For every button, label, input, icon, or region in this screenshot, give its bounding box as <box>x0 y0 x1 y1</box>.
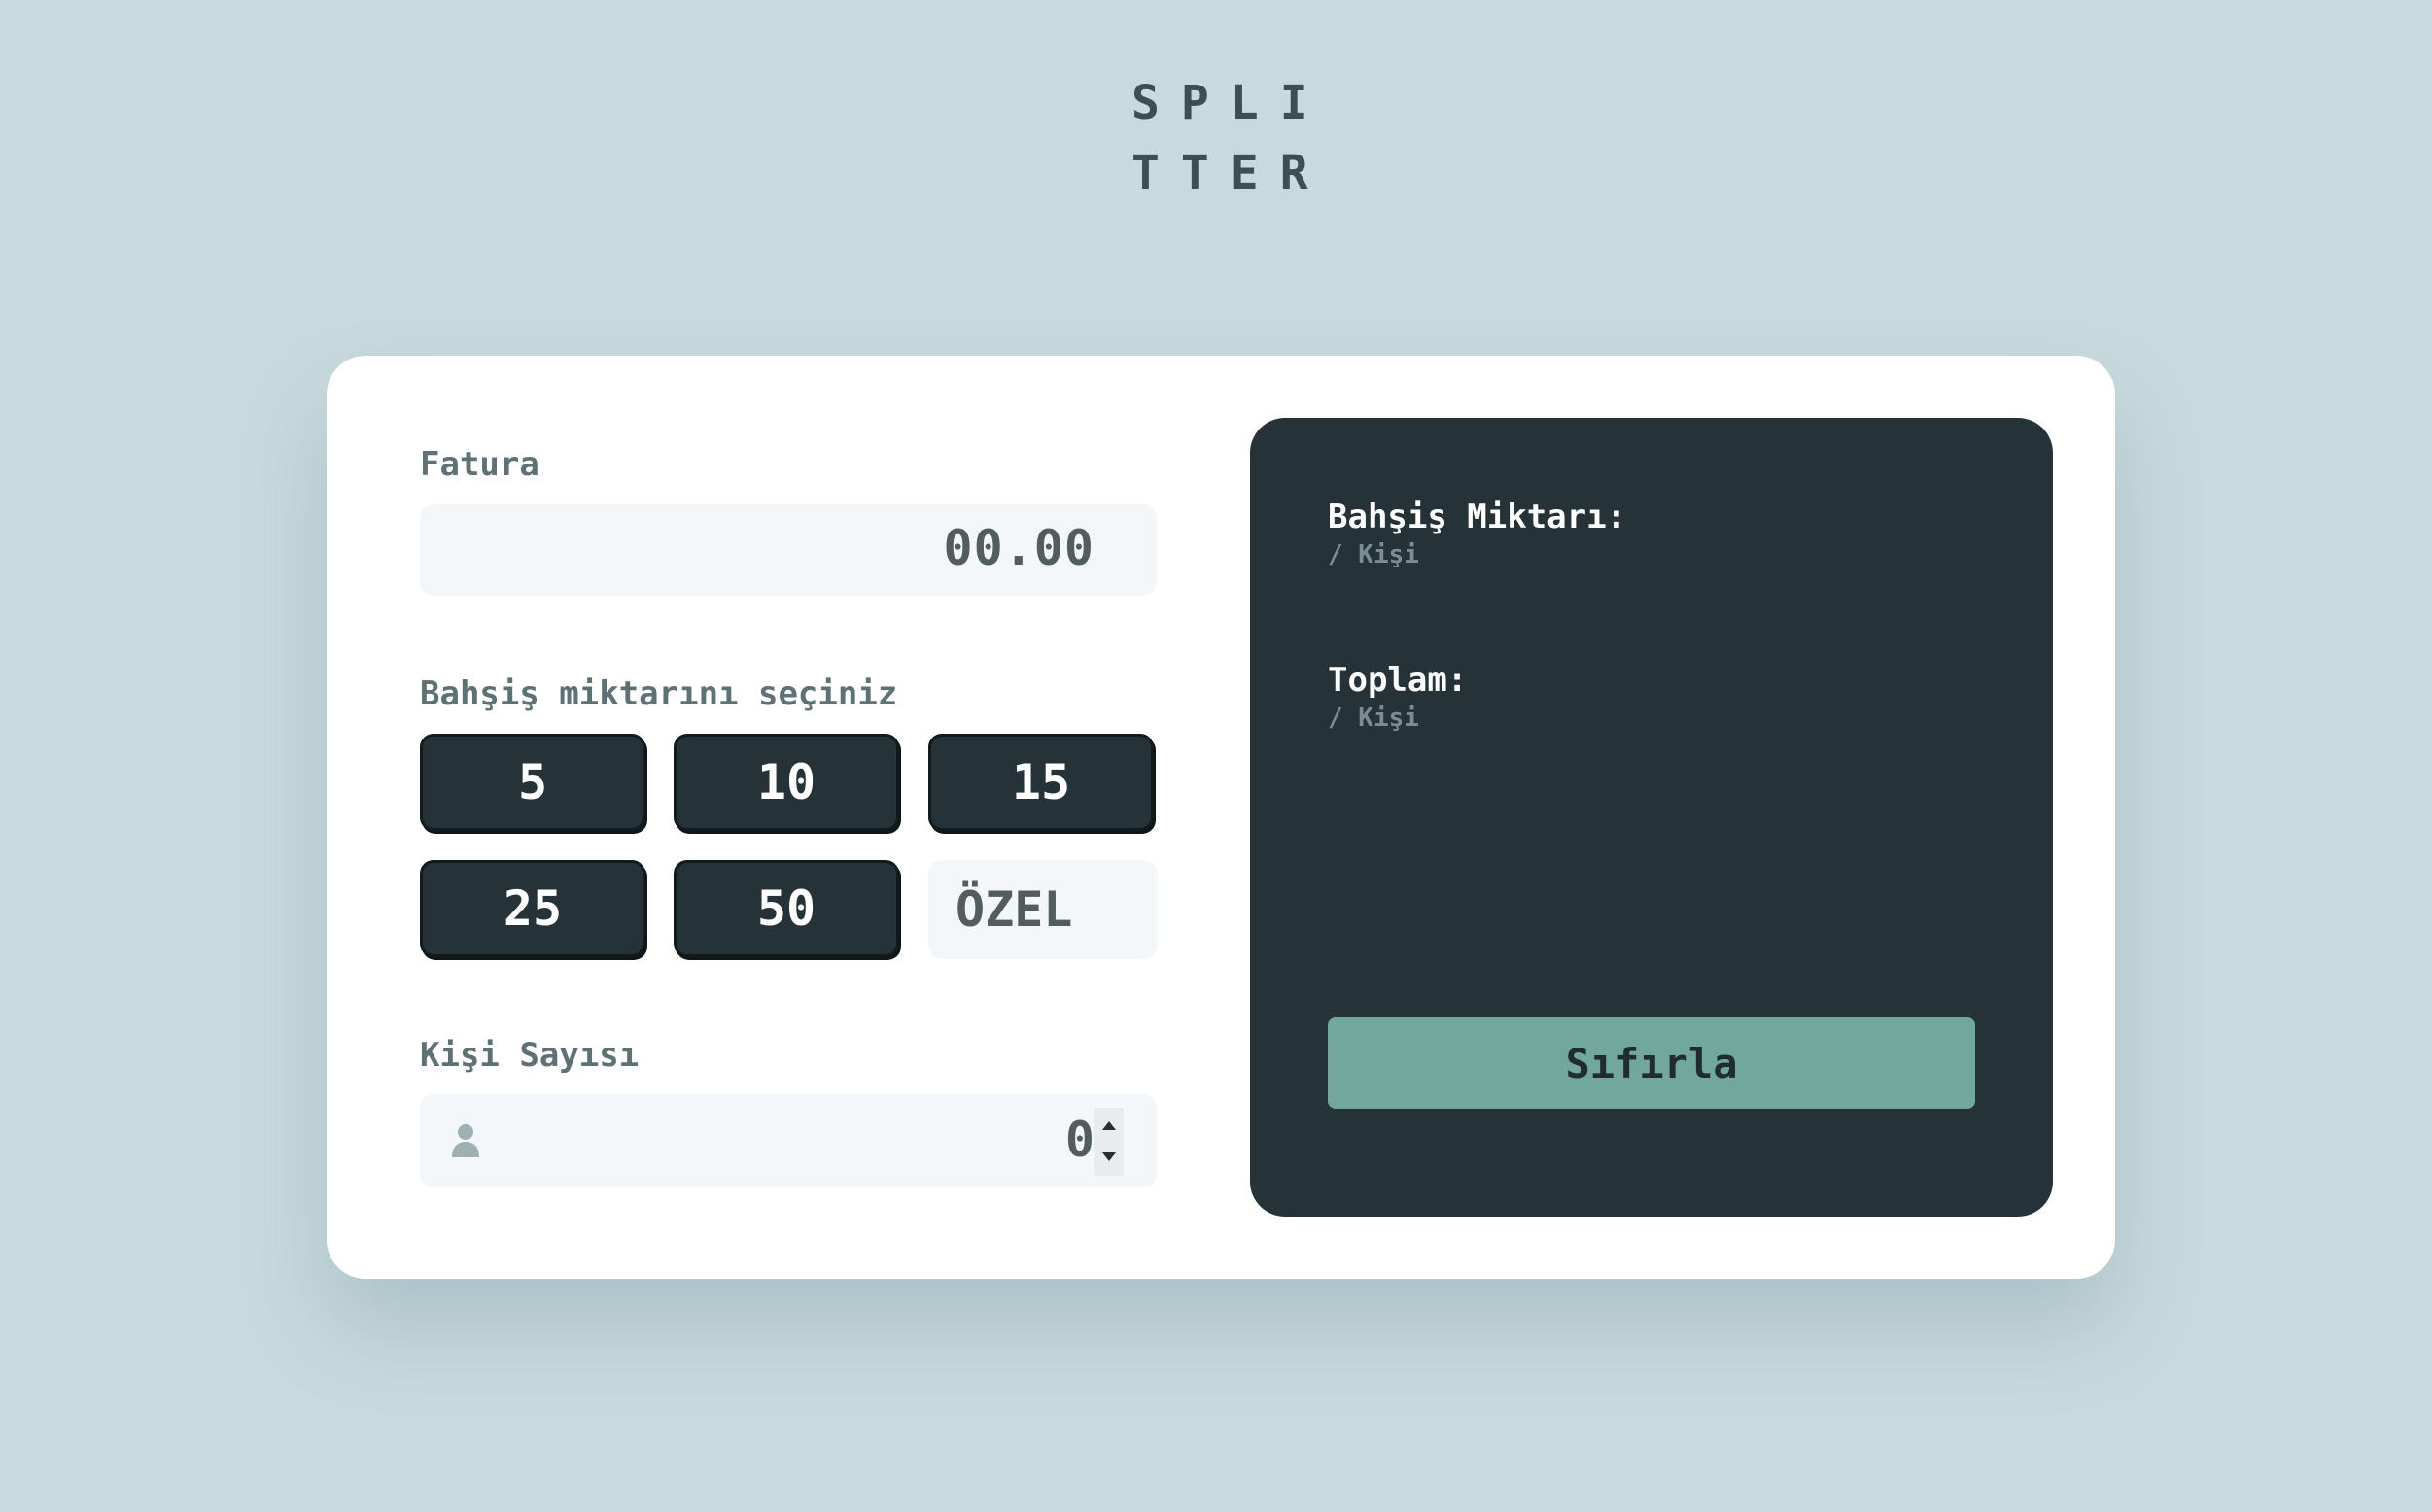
app-logo: SPLI TTER <box>1131 68 1326 208</box>
results-panel: Bahşiş Miktarı: / Kişi Toplam: / Kişi Sı… <box>1250 418 2053 1217</box>
bill-input[interactable]: 00.00 <box>420 504 1157 596</box>
logo-line-1: SPLI <box>1131 76 1330 130</box>
people-spinner[interactable] <box>1094 1108 1124 1176</box>
people-input[interactable]: 0 <box>420 1094 1157 1187</box>
custom-tip-placeholder: ÖZEL <box>955 881 1073 938</box>
spin-down-icon[interactable] <box>1102 1152 1116 1161</box>
calculator-card: Fatura 00.00 Bahşiş miktarını seçiniz 5 … <box>327 356 2115 1279</box>
person-icon <box>452 1124 479 1157</box>
tip-button-25[interactable]: 25 <box>420 860 645 957</box>
tip-button-10[interactable]: 10 <box>674 734 899 831</box>
people-label: Kişi Sayısı <box>420 1036 640 1075</box>
tip-amount-per-person: / Kişi <box>1328 540 1419 569</box>
tip-select-label: Bahşiş miktarını seçiniz <box>420 674 898 713</box>
tip-button-15[interactable]: 15 <box>928 734 1154 831</box>
tip-amount-title: Bahşiş Miktarı: <box>1328 498 1627 536</box>
spin-up-icon[interactable] <box>1102 1121 1116 1130</box>
reset-button[interactable]: Sıfırla <box>1328 1017 1975 1109</box>
people-value: 0 <box>1064 1112 1094 1168</box>
total-title: Toplam: <box>1328 661 1468 700</box>
logo-line-2: TTER <box>1131 146 1330 200</box>
custom-tip-input[interactable]: ÖZEL <box>928 860 1158 959</box>
total-per-person: / Kişi <box>1328 704 1419 733</box>
bill-label: Fatura <box>420 445 539 484</box>
tip-button-50[interactable]: 50 <box>674 860 899 957</box>
bill-value: 00.00 <box>943 520 1094 576</box>
tip-button-5[interactable]: 5 <box>420 734 645 831</box>
